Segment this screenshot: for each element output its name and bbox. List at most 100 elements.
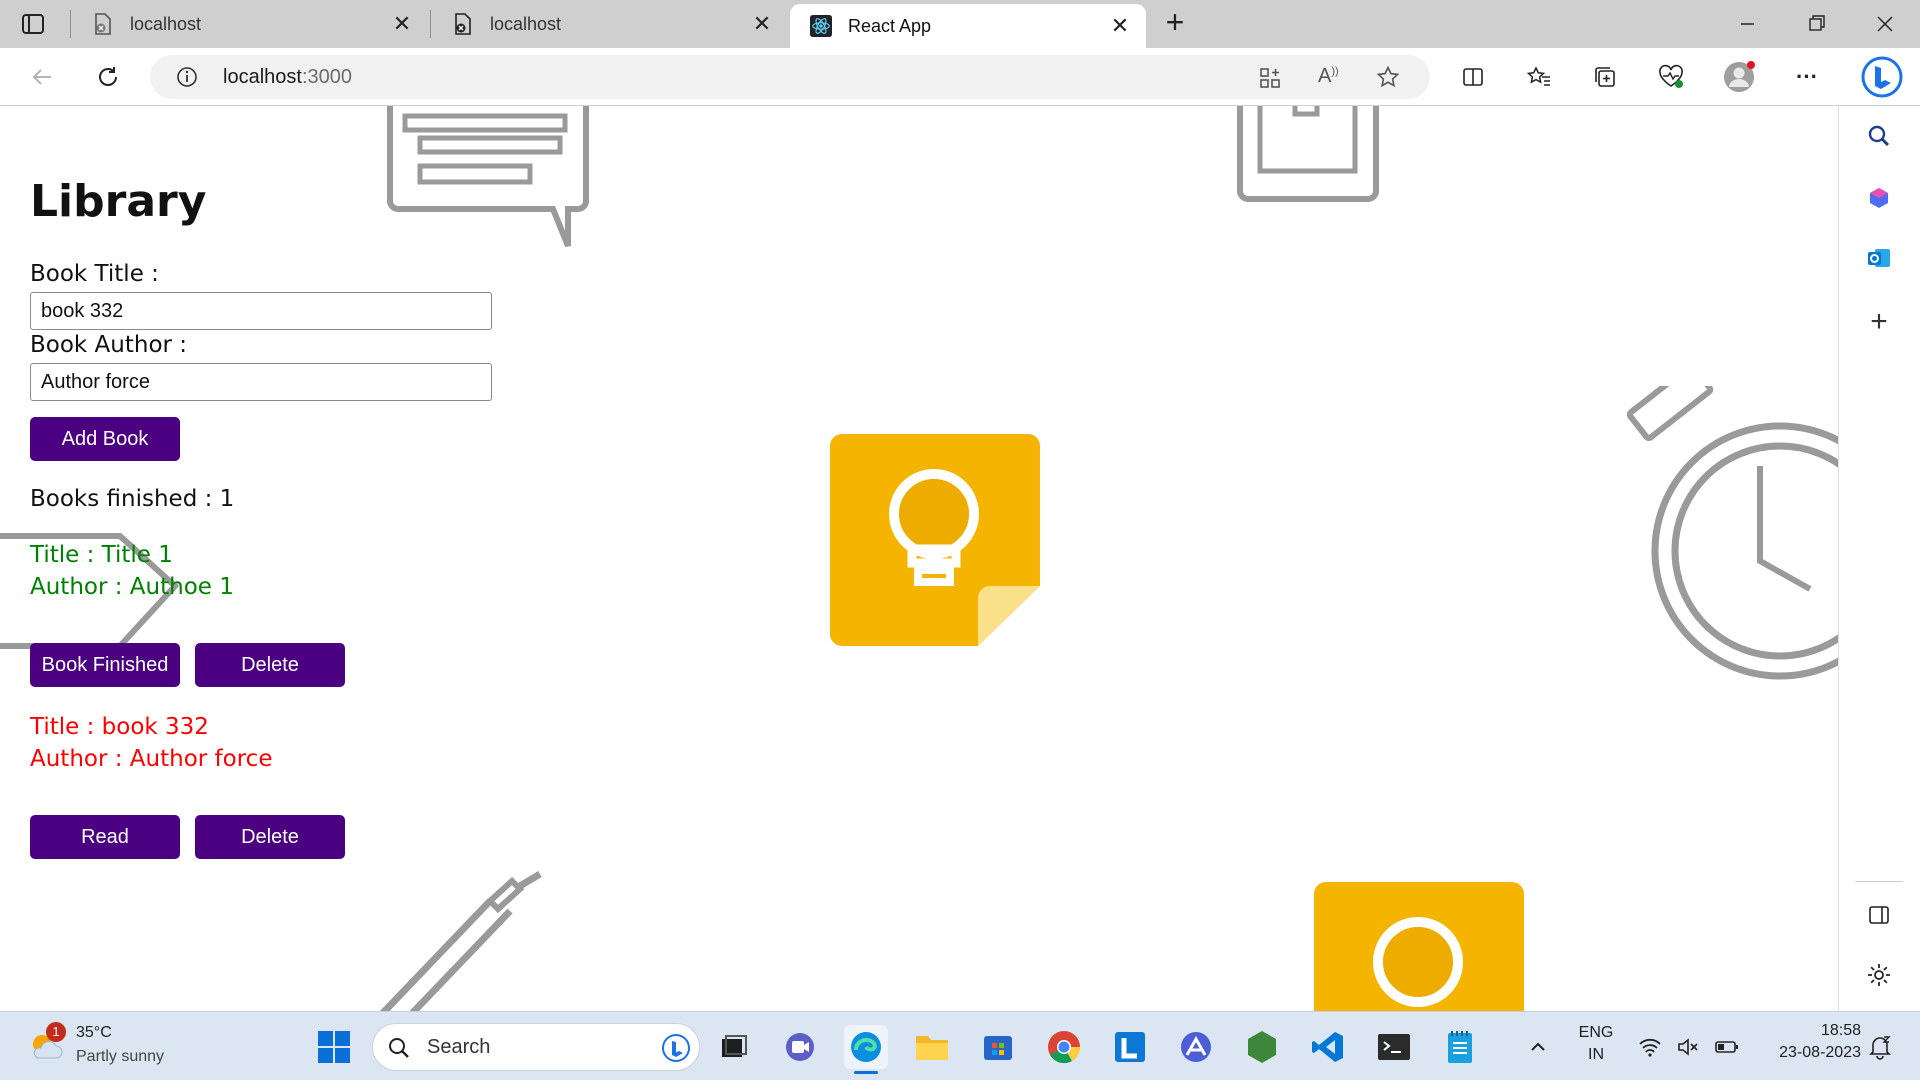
address-bar[interactable]: localhost:3000 A)) (150, 55, 1430, 99)
url-text: localhost:3000 (223, 66, 352, 89)
close-window-button[interactable] (1870, 10, 1900, 38)
tab-strip: localhost ✕ localhost ✕ React App ✕ + (0, 0, 1920, 48)
refresh-button[interactable] (88, 57, 128, 97)
restore-button[interactable] (1801, 10, 1831, 38)
favorite-star-icon[interactable] (1376, 65, 1400, 94)
add-sidebar-app-icon[interactable]: + (1859, 302, 1899, 342)
weather-widget[interactable]: 1 35°C Partly sunny (24, 1022, 184, 1072)
search-placeholder: Search (427, 1036, 491, 1058)
search-icon[interactable] (1859, 116, 1899, 156)
favorites-icon[interactable] (1519, 57, 1559, 97)
collections-icon[interactable] (1585, 57, 1625, 97)
book-author: Author : Author force (30, 746, 273, 772)
clock-date: 23-08-2023 (1779, 1044, 1861, 1061)
tab-title: localhost (130, 13, 202, 34)
region-code: IN (1588, 1046, 1604, 1063)
url-port: :3000 (301, 66, 352, 88)
terminal-icon[interactable] (1372, 1025, 1416, 1069)
vscode-icon[interactable] (1306, 1025, 1350, 1069)
chevron-up-icon[interactable] (1516, 1025, 1560, 1069)
url-host: localhost (223, 66, 302, 88)
book-title-input[interactable] (30, 292, 492, 330)
book-author-label: Book Author : (30, 332, 188, 358)
tab-title: localhost (490, 13, 562, 34)
copilot-icon[interactable] (1858, 53, 1906, 101)
language-indicator[interactable]: ENG IN (1568, 1024, 1624, 1070)
microsoft-store-icon[interactable] (976, 1025, 1020, 1069)
language-code: ENG (1578, 1024, 1614, 1041)
keep-icon (830, 434, 1040, 646)
book-item: Title : Title 1 Author : Authoe 1 Book F… (30, 539, 492, 687)
settings-gear-icon[interactable] (1859, 955, 1899, 995)
split-screen-icon[interactable] (1453, 57, 1493, 97)
tab-title: React App (848, 15, 932, 36)
library-app: Library Book Title : Book Author : Add B… (30, 176, 492, 859)
stopwatch-icon (1626, 386, 1838, 680)
browser-toolbar: localhost:3000 A)) ··· (0, 48, 1920, 106)
books-finished-count: Books finished : 1 (30, 486, 235, 512)
back-button[interactable] (22, 57, 62, 97)
page-title: Library (30, 176, 207, 227)
add-book-button[interactable]: Add Book (30, 417, 180, 461)
weather-temperature: 35°C (76, 1024, 112, 1041)
book-title-label: Book Title : (30, 261, 159, 287)
delete-button[interactable]: Delete (195, 643, 345, 687)
book-title: Title : book 332 (30, 714, 209, 740)
clock-time: 18:58 (1820, 1022, 1861, 1039)
system-tray[interactable] (1638, 1032, 1742, 1062)
new-tab-button[interactable]: + (1160, 6, 1190, 38)
notepad-icon[interactable] (1438, 1025, 1482, 1069)
read-button[interactable]: Read (30, 815, 180, 859)
close-tab-icon[interactable]: ✕ (750, 12, 774, 36)
hide-sidebar-icon[interactable] (1859, 895, 1899, 935)
windows-taskbar: 1 35°C Partly sunny Search ENG IN 18:58 … (0, 1011, 1920, 1080)
broken-page-icon (452, 13, 474, 35)
pencil-icon (379, 870, 542, 1011)
start-windows-icon[interactable] (312, 1025, 356, 1069)
search-icon (389, 1038, 409, 1058)
taskbar-search-box[interactable]: Search (372, 1023, 700, 1071)
tab-react-app[interactable]: React App ✕ (790, 4, 1146, 48)
book-item: Title : book 332 Author : Author force R… (30, 711, 492, 859)
tab-localhost-2[interactable]: localhost ✕ (432, 0, 788, 48)
site-info-icon[interactable] (176, 66, 198, 93)
edge-icon[interactable] (844, 1025, 888, 1074)
shopping-icon[interactable] (1859, 178, 1899, 218)
tab-actions-button[interactable] (20, 12, 48, 38)
react-icon (810, 15, 832, 37)
nodejs-icon[interactable] (1240, 1025, 1284, 1069)
close-tab-icon[interactable]: ✕ (1108, 14, 1132, 38)
teams-chat-icon[interactable] (778, 1025, 822, 1069)
page-viewport: Library Book Title : Book Author : Add B… (0, 106, 1838, 1011)
launcher-l-icon[interactable] (1108, 1025, 1152, 1069)
bing-icon (662, 1034, 690, 1062)
notifications-icon[interactable] (1858, 1025, 1902, 1069)
arc-app-icon[interactable] (1174, 1025, 1218, 1069)
book-title: Title : Title 1 (30, 542, 173, 568)
file-explorer-icon[interactable] (910, 1025, 954, 1069)
profile-avatar[interactable] (1719, 57, 1759, 97)
weather-badge: 1 (46, 1022, 66, 1042)
more-options-icon[interactable]: ··· (1787, 57, 1827, 97)
book-author-input[interactable] (30, 363, 492, 401)
clock[interactable]: 18:58 23-08-2023 (1755, 1022, 1861, 1070)
chrome-icon[interactable] (1042, 1025, 1086, 1069)
browser-essentials-icon[interactable] (1651, 57, 1691, 97)
app-available-icon[interactable] (1258, 66, 1282, 95)
edge-sidebar: + (1838, 106, 1920, 1011)
book-finished-button[interactable]: Book Finished (30, 643, 180, 687)
close-tab-icon[interactable]: ✕ (390, 12, 414, 36)
task-view-icon[interactable] (712, 1025, 756, 1069)
minimize-button[interactable] (1732, 10, 1762, 38)
tab-localhost-1[interactable]: localhost ✕ (72, 0, 428, 48)
broken-page-icon (92, 13, 114, 35)
read-aloud-icon[interactable]: A)) (1318, 65, 1339, 88)
battery-icon (1715, 1041, 1738, 1053)
wifi-icon (1639, 1038, 1661, 1057)
book-author: Author : Authoe 1 (30, 574, 234, 600)
delete-button[interactable]: Delete (195, 815, 345, 859)
outlook-icon[interactable] (1859, 238, 1899, 278)
keep-icon (1314, 882, 1524, 1011)
weather-description: Partly sunny (76, 1048, 165, 1065)
clipboard-icon (1237, 106, 1379, 202)
